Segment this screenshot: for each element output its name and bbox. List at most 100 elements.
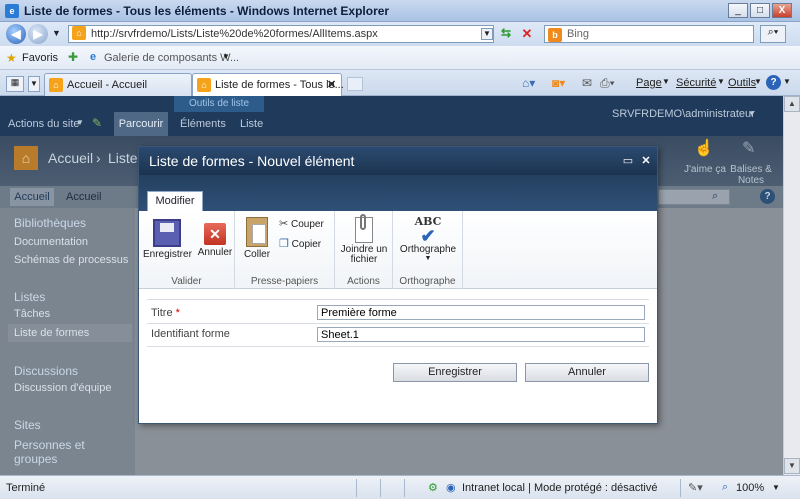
- print-icon[interactable]: ⎙▾: [600, 76, 615, 91]
- tab-list-icon[interactable]: ▼: [28, 76, 40, 92]
- nav-listes[interactable]: Listes: [14, 290, 45, 304]
- sp-search-input[interactable]: [658, 189, 730, 205]
- gallery-link[interactable]: Galerie de composants W...: [104, 52, 239, 64]
- add-favorite-icon[interactable]: ✚: [68, 50, 78, 64]
- close-tab-icon[interactable]: ✕: [327, 78, 336, 91]
- refresh-icon[interactable]: ⇆: [497, 26, 515, 42]
- edit-page-icon[interactable]: ✎: [92, 116, 102, 130]
- minimize-button[interactable]: _: [728, 3, 748, 18]
- dialog-close-icon[interactable]: ✕: [639, 154, 653, 168]
- page-menu[interactable]: Page: [636, 77, 662, 89]
- zone-status: Intranet local | Mode protégé : désactiv…: [462, 482, 658, 494]
- vertical-scrollbar[interactable]: ▲ ▼: [783, 96, 800, 475]
- status-sep: [680, 479, 681, 497]
- close-window-button[interactable]: X: [772, 3, 792, 18]
- sp-help-icon[interactable]: ?: [760, 189, 775, 204]
- new-tab-button[interactable]: [347, 77, 363, 91]
- outils-menu[interactable]: Outils: [728, 77, 756, 89]
- securite-dropdown-icon[interactable]: ▼: [717, 77, 725, 86]
- home-icon[interactable]: ⌂▾: [522, 76, 535, 90]
- maximize-button[interactable]: □: [750, 3, 770, 18]
- nav-taches[interactable]: Tâches: [14, 308, 50, 320]
- site-actions-menu[interactable]: Actions du site: [8, 118, 80, 130]
- site-logo-icon: ⌂: [14, 146, 38, 170]
- like-button[interactable]: J'aime ça: [684, 164, 726, 175]
- tab-liste[interactable]: Liste: [240, 118, 263, 130]
- copy-icon: ❐: [279, 238, 289, 250]
- spelling-button[interactable]: ABC ✔ Orthographe ▼: [395, 215, 461, 262]
- save-button[interactable]: Enregistrer: [393, 363, 517, 382]
- nav-liste-formes[interactable]: Liste de formes: [14, 327, 89, 339]
- dialog-ribbon: Enregistrer ✕ Annuler Valider Coller ✂ C…: [139, 211, 657, 289]
- back-icon[interactable]: ◀: [6, 24, 26, 44]
- nav-discussion-equipe[interactable]: Discussion d'équipe: [14, 382, 112, 394]
- tags-icon[interactable]: ✎: [742, 138, 755, 158]
- tab-accueil[interactable]: ⌂ Accueil - Accueil: [44, 73, 192, 96]
- sp-search-icon[interactable]: ⌕: [712, 190, 718, 203]
- status-sep: [380, 479, 381, 497]
- scroll-down-icon[interactable]: ▼: [784, 458, 800, 474]
- zoom-dropdown-icon[interactable]: ▼: [772, 483, 780, 492]
- search-input[interactable]: Bing: [544, 25, 754, 43]
- attach-file-button[interactable]: Joindre un fichier: [337, 214, 391, 265]
- nav-sites[interactable]: Sites: [14, 418, 41, 432]
- address-input[interactable]: http://srvfrdemo/Lists/Liste%20de%20form…: [68, 25, 494, 43]
- tab-elements[interactable]: Éléments: [180, 118, 226, 130]
- cancel-button[interactable]: Annuler: [525, 363, 649, 382]
- paste-button[interactable]: Coller: [239, 217, 275, 260]
- ie-logo-icon: e: [5, 4, 19, 18]
- help-icon[interactable]: ?: [766, 75, 781, 90]
- titre-input[interactable]: [317, 305, 645, 320]
- cut-button[interactable]: ✂ Couper: [279, 217, 324, 230]
- tab-liste-formes[interactable]: ⌂ Liste de formes - Tous le... ✕: [192, 73, 344, 96]
- form-divider: [147, 299, 649, 300]
- nav-documentation[interactable]: Documentation: [14, 236, 88, 248]
- dialog-maximize-icon[interactable]: ▭: [621, 154, 635, 168]
- tab-parcourir[interactable]: Parcourir: [114, 112, 168, 136]
- nav-schemas[interactable]: Schémas de processus: [14, 254, 128, 266]
- addon-icon[interactable]: ⚙: [428, 481, 438, 494]
- topnav-accueil-2[interactable]: Accueil: [66, 191, 101, 203]
- bing-logo-icon: b: [548, 28, 562, 42]
- user-dropdown-icon[interactable]: ▼: [748, 109, 756, 118]
- attach-icon: [355, 214, 373, 243]
- identifiant-input[interactable]: [317, 327, 645, 342]
- site-actions-dropdown-icon[interactable]: ▼: [76, 118, 84, 127]
- rss-icon[interactable]: ◙▾: [552, 76, 565, 90]
- page-dropdown-icon[interactable]: ▼: [662, 77, 670, 86]
- forward-icon[interactable]: ▶: [28, 24, 48, 44]
- window-title: Liste de formes - Tous les éléments - Wi…: [24, 4, 390, 18]
- zoom-icon[interactable]: ⌕: [722, 481, 728, 494]
- history-dropdown-icon[interactable]: ▼: [52, 28, 61, 38]
- topnav-accueil-1[interactable]: Accueil: [10, 188, 54, 206]
- zoom-level[interactable]: 100%: [736, 482, 764, 494]
- scroll-up-icon[interactable]: ▲: [784, 96, 800, 112]
- nav-personnes[interactable]: Personnes et groupes: [14, 438, 114, 466]
- gallery-dropdown-icon[interactable]: ▼: [222, 52, 230, 61]
- dialog-tab-bar: Modifier: [139, 175, 657, 212]
- favorites-button[interactable]: Favoris: [22, 52, 58, 64]
- protected-mode-icon[interactable]: ✎▾: [688, 481, 703, 494]
- stop-icon[interactable]: ✕: [518, 26, 536, 42]
- quick-tabs-icon[interactable]: ▦: [6, 76, 24, 92]
- user-menu[interactable]: SRVFRDEMO\administrateur: [612, 108, 755, 120]
- ribbon-cancel-button[interactable]: ✕ Annuler: [195, 219, 235, 258]
- breadcrumb-home[interactable]: Accueil: [48, 150, 93, 166]
- like-icon[interactable]: ☝: [694, 138, 714, 158]
- outils-dropdown-icon[interactable]: ▼: [754, 77, 762, 86]
- breadcrumb-separator: ›: [96, 150, 101, 166]
- search-icon[interactable]: ⌕▾: [760, 25, 786, 43]
- address-dropdown-icon[interactable]: ▼: [481, 28, 493, 40]
- ribbon-save-button[interactable]: Enregistrer: [143, 219, 192, 260]
- help-dropdown-icon[interactable]: ▼: [783, 77, 791, 86]
- tags-notes-button[interactable]: Balises & Notes: [728, 164, 774, 186]
- clipboard-icon: [246, 217, 268, 247]
- tab-modifier[interactable]: Modifier: [147, 191, 203, 212]
- new-item-dialog: Liste de formes - Nouvel élément ▭ ✕ Mod…: [138, 146, 658, 424]
- copy-button[interactable]: ❐ Copier: [279, 237, 321, 250]
- group-orthographe: ABC ✔ Orthographe ▼ Orthographe: [393, 211, 463, 289]
- nav-bibliotheques[interactable]: Bibliothèques: [14, 216, 86, 230]
- nav-discussions[interactable]: Discussions: [14, 364, 78, 378]
- securite-menu[interactable]: Sécurité: [676, 77, 716, 89]
- mail-icon[interactable]: ✉: [582, 76, 592, 90]
